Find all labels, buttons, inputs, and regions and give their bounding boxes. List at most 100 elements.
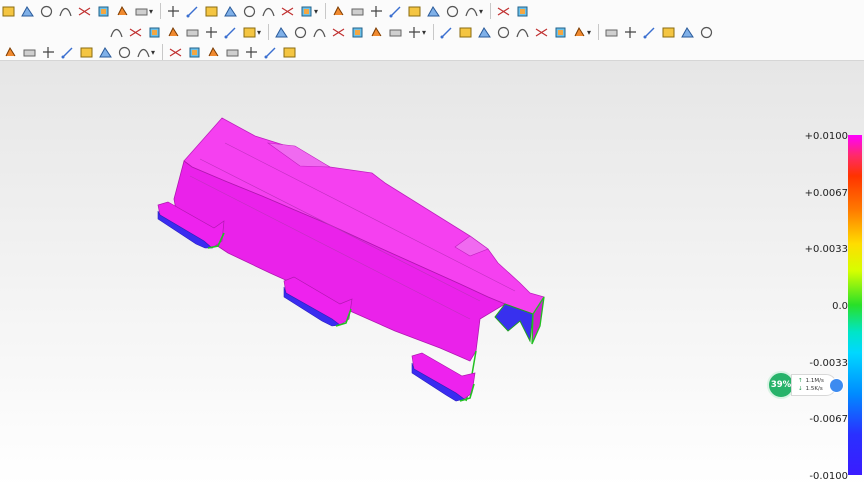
legend-label: +0.0067 <box>804 187 848 199</box>
intersect-body-icon[interactable] <box>406 24 422 40</box>
curve-tools-icon[interactable] <box>0 3 16 19</box>
cone-icon[interactable] <box>533 24 549 40</box>
offset-surface-icon[interactable] <box>292 24 308 40</box>
3d-viewport[interactable] <box>0 60 864 487</box>
sphere-icon[interactable] <box>514 24 530 40</box>
grid-icon[interactable] <box>95 3 111 19</box>
wrap-icon[interactable] <box>641 24 657 40</box>
chamfer-icon[interactable] <box>457 24 473 40</box>
project-curve-icon[interactable] <box>368 3 384 19</box>
torus-icon[interactable] <box>552 24 568 40</box>
fillet-surface-icon[interactable] <box>438 24 454 40</box>
snap-edge-icon[interactable] <box>59 44 75 60</box>
toolbar-row-curves: ▾ ▾ ▾ <box>0 1 533 21</box>
sweep-icon[interactable] <box>165 24 181 40</box>
revolve-icon[interactable] <box>146 24 162 40</box>
legend-label: +0.0033 <box>804 244 848 256</box>
extrude-icon[interactable] <box>127 24 143 40</box>
toolbar-area: ▾ ▾ ▾ ▾ ▾ ▾ ▾ <box>0 0 864 60</box>
measure-curve-icon[interactable] <box>241 3 257 19</box>
wedge-icon[interactable] <box>571 24 587 40</box>
snap-center-icon[interactable] <box>135 44 151 60</box>
snap-cross-icon[interactable] <box>186 44 202 60</box>
download-speed-value: 1.5K/s <box>805 386 823 392</box>
patch-icon[interactable] <box>241 24 257 40</box>
plane-icon[interactable] <box>603 24 619 40</box>
view-cube-icon[interactable] <box>2 44 18 60</box>
legend-label: -0.0033 <box>809 357 848 369</box>
spiral-icon[interactable] <box>349 3 365 19</box>
ruler-icon[interactable] <box>514 3 530 19</box>
section-icon[interactable] <box>425 3 441 19</box>
dropdown-arrow-icon[interactable]: ▾ <box>422 28 426 37</box>
snap-grid-icon[interactable] <box>224 44 240 60</box>
snap-tangent-icon[interactable] <box>116 44 132 60</box>
curve-analysis-icon[interactable] <box>260 3 276 19</box>
accelerate-icon[interactable] <box>829 378 844 393</box>
wire-icon[interactable] <box>298 3 314 19</box>
trim-curve-icon[interactable] <box>57 3 73 19</box>
blend-curve-icon[interactable] <box>184 3 200 19</box>
dropdown-arrow-icon[interactable]: ▾ <box>149 7 153 16</box>
dropdown-arrow-icon[interactable]: ▾ <box>314 7 318 16</box>
snap-circle-icon[interactable] <box>167 44 183 60</box>
fillet-curve-icon[interactable] <box>165 3 181 19</box>
trim-body-icon[interactable] <box>349 24 365 40</box>
snap-spline-icon[interactable] <box>97 44 113 60</box>
snap-angle-icon[interactable] <box>205 44 221 60</box>
toolbar-row-surfaces: ▾ ▾ ▾ <box>108 22 717 42</box>
mesh-icon[interactable] <box>622 24 638 40</box>
thicken-icon[interactable] <box>311 24 327 40</box>
box-icon[interactable] <box>476 24 492 40</box>
model-render <box>157 117 545 402</box>
toolbar-separator <box>598 24 600 40</box>
unite-icon[interactable] <box>368 24 384 40</box>
intersect-curve-icon[interactable] <box>114 3 130 19</box>
curve-network-icon[interactable] <box>330 3 346 19</box>
snap-point-icon[interactable] <box>21 44 37 60</box>
cylinder-icon[interactable] <box>495 24 511 40</box>
shell-icon[interactable] <box>203 24 219 40</box>
toolbar-separator <box>162 44 164 60</box>
rectangle-icon[interactable] <box>108 24 124 40</box>
subtract-icon[interactable] <box>387 24 403 40</box>
shape-icon[interactable] <box>679 24 695 40</box>
dropdown-arrow-icon[interactable]: ▾ <box>257 28 261 37</box>
surface-curve-icon[interactable] <box>203 3 219 19</box>
view-icon[interactable] <box>406 3 422 19</box>
boundary-surface-icon[interactable] <box>273 24 289 40</box>
snap-curve-icon[interactable] <box>78 44 94 60</box>
render-icon[interactable] <box>444 3 460 19</box>
point-icon[interactable] <box>279 3 295 19</box>
snap-line-icon[interactable] <box>40 44 56 60</box>
download-arrow-icon: ↓ <box>798 386 803 392</box>
split-curve-icon[interactable] <box>76 3 92 19</box>
dropdown-arrow-icon[interactable]: ▾ <box>151 48 155 57</box>
upload-speed: ↑ 1.1M/s <box>798 378 824 384</box>
toolbar-separator <box>268 24 270 40</box>
offset-curve-icon[interactable] <box>38 3 54 19</box>
move-icon[interactable] <box>262 44 278 60</box>
legend-label: -0.0067 <box>809 414 848 426</box>
body-icon[interactable] <box>698 24 714 40</box>
compare-icon[interactable] <box>495 3 511 19</box>
dropdown-arrow-icon[interactable]: ▾ <box>479 7 483 16</box>
model-clip-right <box>411 352 476 402</box>
blend-surface-icon[interactable] <box>222 24 238 40</box>
surface-analysis-icon[interactable] <box>463 3 479 19</box>
sketch-circle-icon[interactable] <box>19 3 35 19</box>
dropdown-arrow-icon[interactable]: ▾ <box>587 28 591 37</box>
upload-arrow-icon: ↑ <box>798 378 803 384</box>
toolbar-separator <box>325 3 327 19</box>
split-body-icon[interactable] <box>330 24 346 40</box>
snap-vertex-icon[interactable] <box>243 44 259 60</box>
deviation-color-bar <box>848 135 862 475</box>
loft-icon[interactable] <box>184 24 200 40</box>
extend-curve-icon[interactable] <box>133 3 149 19</box>
layer-icon[interactable] <box>281 44 297 60</box>
legend-label: 0.0 <box>832 301 848 312</box>
deviation-icon[interactable] <box>387 3 403 19</box>
isoparm-icon[interactable] <box>222 3 238 19</box>
network-speed-widget[interactable]: 39% ↑ 1.1M/s ↓ 1.5K/s <box>767 371 844 399</box>
morph-icon[interactable] <box>660 24 676 40</box>
